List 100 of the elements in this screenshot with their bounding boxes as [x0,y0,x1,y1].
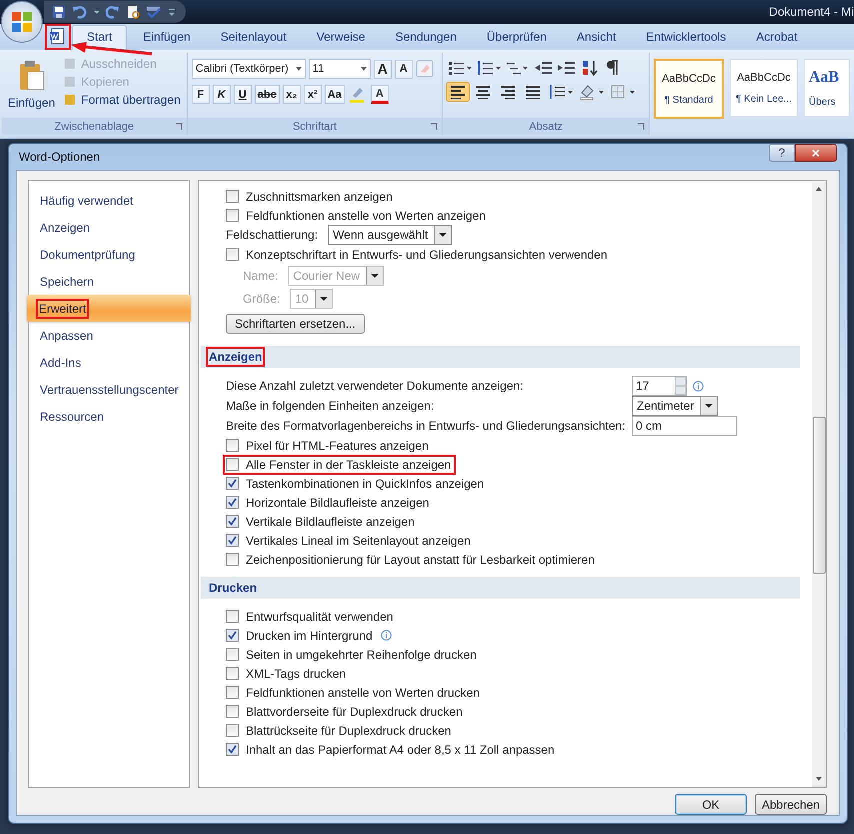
increase-indent-icon[interactable] [557,59,578,77]
option-checkbox[interactable]: Zeichenpositionierung für Layout anstatt für Lesbarkeit optimieren [226,552,597,566]
scroll-up-icon[interactable] [816,187,822,191]
style-gallery-item[interactable]: AaBbCcDc ¶ Kein Lee... [730,59,798,117]
dialog-launcher-icon[interactable] [430,123,438,131]
shading-icon[interactable] [578,83,606,101]
replace-fonts-button[interactable]: Schriftarten ersetzen... [226,314,365,334]
grow-font-button[interactable]: A [374,60,392,78]
option-checkbox[interactable]: Pixel für HTML-Features anzeigen [226,438,431,452]
option-checkbox[interactable]: XML-Tags drucken [226,666,348,680]
clipboard-button[interactable]: Format übertragen [61,92,183,108]
format-button[interactable]: K [212,85,231,104]
paste-button[interactable]: Einfügen [6,56,58,115]
checkmark-icon [228,536,237,545]
dialog-launcher-icon[interactable] [174,123,183,131]
option-checkbox[interactable]: Konzeptschriftart in Entwurfs- und Gliederungsansichten verwenden [226,248,610,262]
option-checkbox[interactable]: Vertikale Bildlaufleiste anzeigen [226,514,417,528]
option-dropdown[interactable]: Zentimeter [632,396,718,416]
square-icon [63,75,78,89]
square-icon [63,57,78,71]
shrink-font-button[interactable]: A [394,60,413,78]
font-color-button[interactable]: A [370,85,389,104]
redo-icon[interactable] [106,5,120,19]
option-label: Feldschattierung: [226,228,318,242]
align-icon[interactable] [447,83,470,101]
sidebar-item[interactable]: Speichern [29,268,189,295]
sidebar-item[interactable]: Dokumentprüfung [29,241,189,268]
format-button[interactable]: F [192,85,210,104]
option-label: Diese Anzahl zuletzt verwendeter Dokumente anzeigen: [226,379,525,393]
ribbon-tab[interactable]: Überprüfen [472,25,561,50]
option-checkbox[interactable]: Horizontale Bildlaufleiste anzeigen [226,496,432,510]
sidebar-item[interactable]: Erweitert [27,295,191,322]
option-checkbox[interactable]: Inhalt an das Papierformat A4 oder 8,5 x 11 Zoll anpassen [226,742,557,756]
help-button[interactable]: ? [769,144,795,162]
option-checkbox[interactable]: Seiten in umgekehrter Reihenfolge drucken [226,648,479,662]
sidebar-item[interactable]: Häufig verwendet [29,187,189,214]
style-gallery-item[interactable]: AaBbCcDc ¶ Standard [654,59,724,119]
option-checkbox[interactable]: Entwurfsqualität verwenden [226,610,396,624]
option-checkbox[interactable]: Drucken im Hintergrund [226,628,375,642]
checkmark-icon [228,479,237,488]
ribbon-tab[interactable]: Sendungen [381,25,471,50]
dialog-launcher-icon[interactable] [637,123,645,131]
dialog-button[interactable]: Abbrechen [755,794,827,815]
print-preview-icon[interactable] [126,5,140,19]
option-checkbox[interactable]: Blattvorderseite für Duplexdruck drucken [226,704,465,718]
checkmark-icon [228,498,237,507]
ribbon-tab[interactable]: Entwicklertools [632,25,740,50]
option-checkbox[interactable]: Feldfunktionen anstelle von Werten drucken [226,686,482,700]
numbered-list-icon[interactable] [476,59,502,77]
ribbon-tab[interactable]: Seitenlayout [206,25,301,50]
ribbon-tab[interactable]: Acrobat [742,25,812,50]
ribbon-tab[interactable]: Einfügen [129,25,205,50]
option-checkbox[interactable]: Alle Fenster in der Taskleiste anzeigen [226,458,454,472]
group-label: Zwischenablage [54,120,134,132]
option-label: Breite des Formatvorlagenbereichs in Entwurfs- und Gliederungsansichten: [226,419,622,433]
decrease-indent-icon[interactable] [534,59,554,77]
option-label: Name: [243,268,278,282]
sidebar-item[interactable]: Anpassen [29,322,189,349]
format-button[interactable]: U [234,85,252,104]
group-label: Schriftart [292,120,337,132]
checkmark-icon [228,517,237,526]
font-size-field[interactable]: 11 [308,59,371,79]
checkmark-icon [228,745,237,754]
format-button[interactable]: x₂ [282,85,301,104]
sidebar-item[interactable]: Add-Ins [29,349,189,376]
style-gallery-item[interactable]: AaB Übers [804,59,850,117]
group-label: Absatz [529,120,563,132]
option-checkbox[interactable]: Vertikales Lineal im Seitenlayout anzeigen [226,534,473,548]
scroll-down-icon[interactable] [816,777,822,781]
sidebar-item[interactable]: Vertrauensstellungscenter [29,376,189,403]
option-dropdown[interactable]: Wenn ausgewählt [328,225,452,245]
bullet-list-icon[interactable] [447,59,474,77]
spelling-check-icon[interactable] [146,5,162,19]
section-header: Drucken [201,577,800,599]
sidebar-item[interactable]: Anzeigen [29,214,189,241]
ribbon-tab[interactable]: Ansicht [562,25,630,50]
scrollbar-thumb[interactable] [812,417,826,574]
option-checkbox[interactable]: Zuschnittsmarken anzeigen [226,190,395,204]
section-header: Anzeigen [201,346,800,368]
square-icon [63,93,78,107]
clipboard-icon [18,60,46,92]
sidebar-item[interactable]: Ressourcen [29,403,189,430]
option-checkbox[interactable]: Tastenkombinationen in QuickInfos anzeigen [226,476,486,490]
format-button[interactable]: x² [304,85,322,104]
option-label: Maße in folgenden Einheiten anzeigen: [226,399,436,413]
option-checkbox[interactable]: Blattrückseite für Duplexdruck drucken [226,724,454,738]
ribbon-tab[interactable]: Verweise [302,25,380,50]
undo-icon[interactable] [72,5,88,19]
document-icon[interactable] [48,27,68,47]
save-icon[interactable] [52,5,66,19]
vertical-scrollbar[interactable] [812,181,826,787]
sort-icon[interactable] [580,59,600,77]
font-name-field[interactable]: Calibri (Textkörper) [192,59,306,79]
option-checkbox[interactable]: Feldfunktionen anstelle von Werten anzeigen [226,208,488,222]
format-button[interactable]: Aa [324,85,345,104]
dialog-button[interactable]: OK [675,794,747,815]
checkmark-icon [228,631,237,640]
format-button[interactable]: abc [254,85,280,104]
width-field[interactable]: 0 cm [632,416,737,436]
window-title: Dokument4 - Mi [769,5,854,19]
